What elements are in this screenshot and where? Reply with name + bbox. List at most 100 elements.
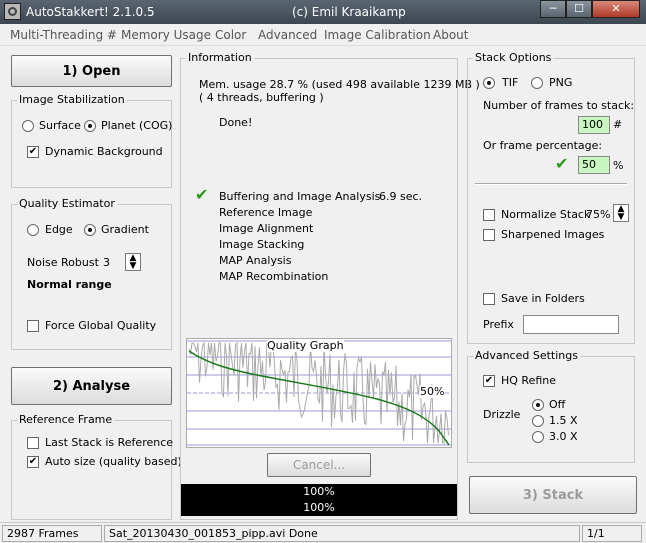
frames-to-stack-input[interactable]: 100 xyxy=(578,116,610,134)
close-button[interactable]: ✕ xyxy=(592,0,640,18)
drizzle-off-label: Off xyxy=(549,398,566,411)
force-global-quality-label: Force Global Quality xyxy=(45,319,157,332)
last-stack-reference-label: Last Stack is Reference xyxy=(45,436,174,449)
tif-label: TIF xyxy=(502,76,519,89)
save-in-folders-label: Save in Folders xyxy=(501,292,585,305)
information-title: Information xyxy=(186,51,254,64)
menu-multi-threading[interactable]: Multi-Threading # xyxy=(10,28,117,42)
status-page: 1/1 xyxy=(582,525,642,542)
cancel-button[interactable]: Cancel... xyxy=(267,453,371,477)
memory-threads-text: ( 4 threads, buffering ) xyxy=(199,91,324,104)
normalize-stack-value: 75% xyxy=(586,208,611,221)
menu-color[interactable]: Color xyxy=(215,28,246,42)
quality-graph-plot xyxy=(187,340,451,446)
menu-memory-usage[interactable]: Memory Usage xyxy=(121,28,211,42)
force-global-quality-checkbox[interactable] xyxy=(27,320,39,332)
sharpened-images-label: Sharpened Images xyxy=(501,228,605,241)
open-button[interactable]: 1) Open xyxy=(11,55,172,87)
noise-robust-label: Noise Robust xyxy=(27,256,99,269)
frames-to-stack-label: Number of frames to stack: xyxy=(483,99,635,112)
step-buffering-time: 6.9 sec. xyxy=(379,190,423,203)
quality-estimator-panel: Quality Estimator Edge Gradient Noise Ro… xyxy=(11,197,172,350)
surface-label: Surface xyxy=(39,119,81,132)
drizzle-3-0x-label: 3.0 X xyxy=(549,430,578,443)
quality-estimator-title: Quality Estimator xyxy=(17,197,117,210)
quality-graph-marker: 50% xyxy=(420,385,445,398)
maximize-button[interactable]: ☐ xyxy=(566,0,592,18)
normalize-stack-label: Normalize Stack xyxy=(501,208,591,221)
step-map-recombination-label: MAP Recombination xyxy=(219,270,329,283)
drizzle-1-5x-radio[interactable] xyxy=(532,415,544,427)
save-in-folders-checkbox[interactable] xyxy=(483,293,495,305)
quality-sorted-curve xyxy=(188,350,450,446)
window-title: AutoStakkert! 2.1.0.5 xyxy=(26,5,155,19)
frames-unit: # xyxy=(613,118,623,131)
dynamic-background-label: Dynamic Background xyxy=(45,145,163,158)
status-bar: 2987 Frames Sat_20130430_001853_pipp.avi… xyxy=(0,522,646,543)
menu-image-calibration[interactable]: Image Calibration xyxy=(324,28,431,42)
status-frames: 2987 Frames xyxy=(2,525,102,542)
drizzle-off-radio[interactable] xyxy=(532,399,544,411)
percentage-unit: % xyxy=(613,159,624,172)
noise-robust-stepper[interactable]: ▲ ▼ xyxy=(125,253,141,271)
image-stabilization-title: Image Stabilization xyxy=(17,93,127,106)
gradient-label: Gradient xyxy=(101,223,149,236)
step-image-alignment-label: Image Alignment xyxy=(219,222,314,235)
analyse-button[interactable]: 2) Analyse xyxy=(11,367,172,405)
hq-refine-label: HQ Refine xyxy=(501,374,557,387)
menu-about[interactable]: About xyxy=(433,28,468,42)
progress-area: 100% 100% xyxy=(181,484,457,516)
image-stabilization-panel: Image Stabilization Surface Planet (COG)… xyxy=(11,93,173,188)
normalize-stack-checkbox[interactable] xyxy=(483,209,495,221)
frame-percentage-input[interactable]: 50 xyxy=(578,156,610,174)
auto-size-checkbox[interactable]: ✔ xyxy=(27,456,39,468)
app-icon xyxy=(4,3,21,20)
planet-cog-label: Planet (COG) xyxy=(101,119,173,132)
step-image-stacking-label: Image Stacking xyxy=(219,238,305,251)
menu-advanced[interactable]: Advanced xyxy=(258,28,317,42)
quality-noise-trace xyxy=(188,341,449,444)
drizzle-1-5x-label: 1.5 X xyxy=(549,414,578,427)
png-label: PNG xyxy=(549,76,573,89)
prefix-label: Prefix xyxy=(483,318,514,331)
normalize-stepper[interactable]: ▲ ▼ xyxy=(613,204,629,222)
surface-radio[interactable] xyxy=(22,120,34,132)
frame-percentage-label: Or frame percentage: xyxy=(483,139,603,152)
auto-size-label: Auto size (quality based) xyxy=(45,455,182,468)
quality-graph-title: Quality Graph xyxy=(267,339,344,352)
status-file: Sat_20130430_001853_pipp.avi Done xyxy=(104,525,580,542)
last-stack-reference-checkbox[interactable] xyxy=(27,437,39,449)
menu-bar: Multi-Threading # Memory Usage Color Adv… xyxy=(0,24,646,46)
step-done-check-icon: ✔ xyxy=(195,185,209,204)
planet-cog-radio[interactable] xyxy=(84,120,96,132)
step-map-analysis-label: MAP Analysis xyxy=(219,254,292,267)
stack-options-title: Stack Options xyxy=(473,51,554,64)
stack-button[interactable]: 3) Stack xyxy=(469,476,637,514)
tif-radio[interactable] xyxy=(483,77,495,89)
png-radio[interactable] xyxy=(531,77,543,89)
drizzle-3-0x-radio[interactable] xyxy=(532,431,544,443)
drizzle-label: Drizzle xyxy=(483,408,521,421)
prefix-input[interactable] xyxy=(523,315,619,334)
range-text: Normal range xyxy=(27,278,112,291)
noise-robust-value: 3 xyxy=(103,256,110,269)
edge-radio[interactable] xyxy=(27,224,39,236)
dynamic-background-checkbox[interactable]: ✔ xyxy=(27,146,39,158)
done-text: Done! xyxy=(219,116,253,129)
progress-bar-1: 100% xyxy=(303,485,335,498)
edge-label: Edge xyxy=(45,223,73,236)
minimize-button[interactable]: ─ xyxy=(540,0,566,18)
hq-refine-checkbox[interactable]: ✔ xyxy=(483,375,495,387)
window-author: (c) Emil Kraaikamp xyxy=(292,5,406,19)
percentage-check-icon: ✔ xyxy=(555,154,569,173)
progress-bar-2: 100% xyxy=(303,501,335,514)
sharpened-images-checkbox[interactable] xyxy=(483,229,495,241)
memory-usage-text: Mem. usage 28.7 % (used 498 available 12… xyxy=(199,78,480,91)
step-buffering-label: Buffering and Image Analysis xyxy=(219,190,381,203)
advanced-settings-title: Advanced Settings xyxy=(473,349,580,362)
gradient-radio[interactable] xyxy=(84,224,96,236)
quality-graph: Quality Graph 50% xyxy=(186,338,452,448)
reference-frame-panel: Reference Frame Last Stack is Reference … xyxy=(11,413,182,520)
reference-frame-title: Reference Frame xyxy=(17,413,115,426)
stack-divider xyxy=(475,183,627,185)
